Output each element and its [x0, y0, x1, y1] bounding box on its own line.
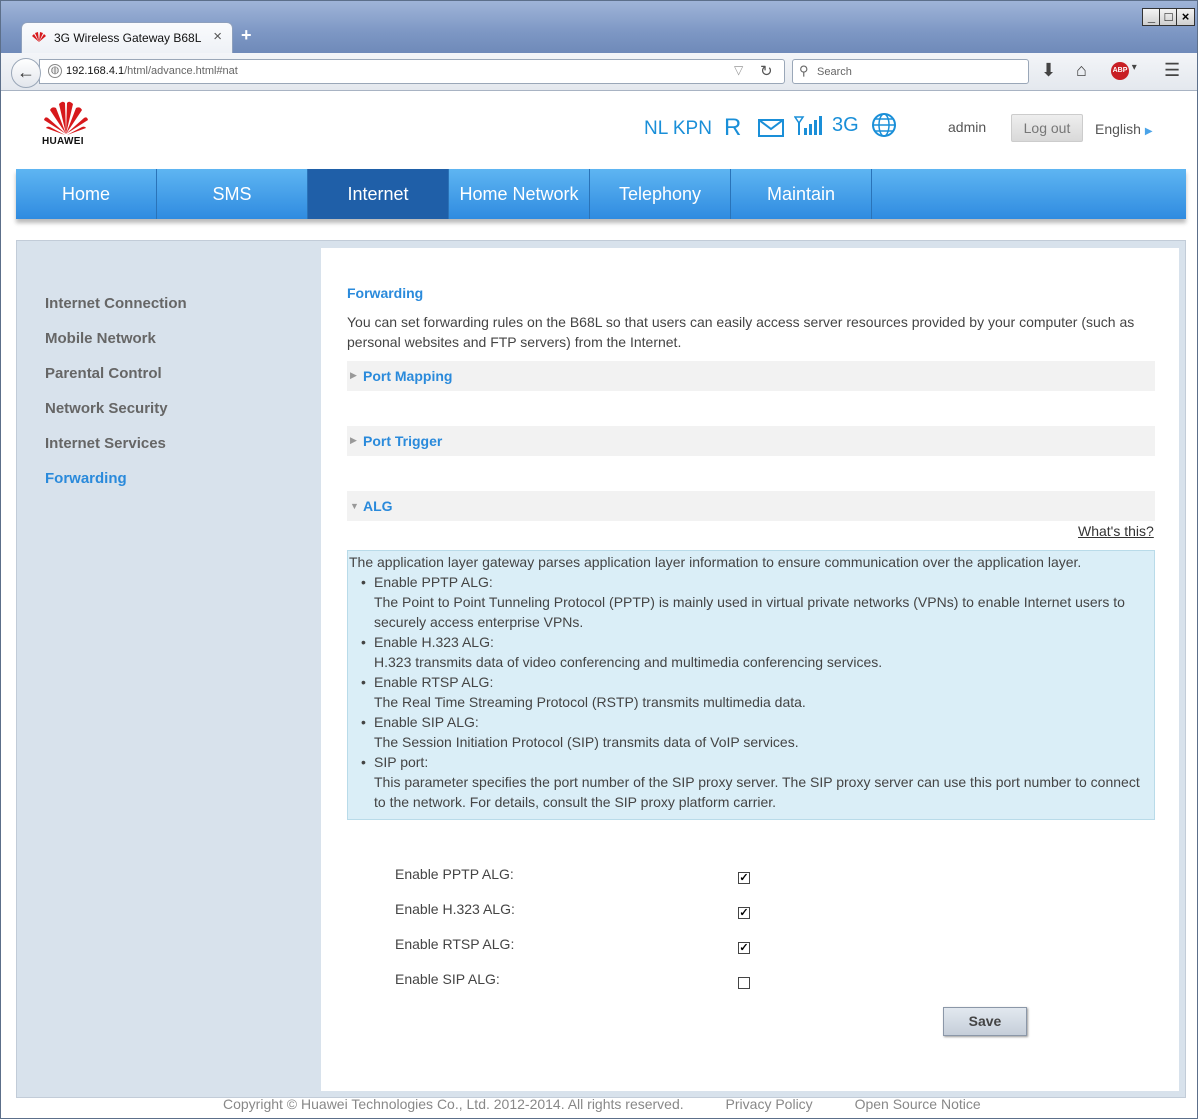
sidebar-item-internet-connection[interactable]: Internet Connection [45, 295, 187, 312]
list-item: • Enable SIP ALG: The Session Initiation P… [361, 712, 1154, 752]
menu-sms[interactable]: SMS [157, 169, 308, 219]
menu-internet[interactable]: Internet [308, 169, 449, 219]
globe-icon: ◍ [48, 64, 62, 78]
help-item-title: Enable PPTP ALG: [374, 574, 493, 590]
close-window-button[interactable]: × [1176, 8, 1195, 26]
network-type: 3G [832, 114, 859, 136]
rtsp-alg-label: Enable RTSP ALG: [395, 936, 515, 952]
language-label: English [1095, 121, 1141, 137]
sidebar-item-mobile-network[interactable]: Mobile Network [45, 330, 156, 347]
h323-alg-label: Enable H.323 ALG: [395, 901, 515, 917]
section-label: ALG [363, 498, 393, 514]
reload-icon[interactable]: ↻ [760, 62, 773, 80]
page-title: Forwarding [347, 285, 424, 301]
help-item-text: H.323 transmits data of video conferenci… [374, 654, 883, 670]
chevron-down-icon: ▼ [350, 501, 359, 511]
list-item: • Enable PPTP ALG: The Point to Point Tunn… [361, 572, 1154, 632]
search-placeholder: Search [817, 66, 852, 78]
search-icon: ⚲ [799, 63, 809, 78]
list-item: • SIP port: This parameter specifies the p… [361, 752, 1154, 812]
main-panel: Forwarding You can set forwarding rules … [321, 248, 1179, 1091]
internet-globe-icon [872, 113, 896, 137]
menu-telephony[interactable]: Telephony [590, 169, 731, 219]
alg-help-box: The application layer gateway parses app… [347, 550, 1155, 820]
section-label: Port Mapping [363, 368, 453, 384]
privacy-policy-link[interactable]: Privacy Policy [726, 1096, 813, 1112]
copyright-text: Copyright © Huawei Technologies Co., Ltd… [223, 1096, 684, 1112]
roaming-indicator: R [724, 114, 742, 141]
new-tab-button[interactable]: + [241, 25, 252, 46]
language-selector[interactable]: English ▶ [1095, 121, 1153, 137]
help-item-text: The Session Initiation Protocol (SIP) tr… [374, 734, 799, 750]
search-box[interactable]: ⚲ Search [792, 59, 1029, 84]
sidebar-item-network-security[interactable]: Network Security [45, 400, 168, 417]
menu-icon[interactable]: ☰ [1164, 60, 1180, 81]
help-item-title: Enable RTSP ALG: [374, 674, 494, 690]
adblock-icon[interactable]: ABP ▾ [1111, 62, 1137, 83]
sidebar-item-internet-services[interactable]: Internet Services [45, 435, 166, 452]
menu-home-network[interactable]: Home Network [449, 169, 590, 219]
help-item-text: The Point to Point Tunneling Protocol (P… [374, 594, 1125, 630]
menu-home[interactable]: Home [16, 169, 157, 219]
router-page: HUAWEI NL KPN R 3G admin Log out English… [2, 92, 1197, 1118]
title-bar: 3G Wireless Gateway B68L × + _ □ × [1, 1, 1197, 53]
chevron-right-icon: ▶ [350, 435, 357, 445]
page-description: You can set forwarding rules on the B68L… [347, 314, 1135, 350]
history-dropdown-icon[interactable]: ▽ [734, 63, 743, 77]
brand-text: HUAWEI [42, 136, 84, 147]
logout-button[interactable]: Log out [1011, 114, 1083, 142]
chevron-right-icon: ▶ [350, 370, 357, 380]
browser-tab[interactable]: 3G Wireless Gateway B68L × [21, 22, 233, 53]
open-source-notice-link[interactable]: Open Source Notice [855, 1096, 981, 1112]
tab-close-icon[interactable]: × [213, 28, 222, 45]
help-item-title: Enable H.323 ALG: [374, 634, 494, 650]
help-item-text: The Real Time Streaming Protocol (RSTP) … [374, 694, 806, 710]
alg-help-intro: The application layer gateway parses app… [349, 554, 1082, 570]
list-item: • Enable H.323 ALG: H.323 transmits data o… [361, 632, 1154, 672]
help-item-title: Enable SIP ALG: [374, 714, 479, 730]
help-item-title: SIP port: [374, 754, 429, 770]
tab-title: 3G Wireless Gateway B68L [54, 31, 202, 45]
pptp-alg-checkbox[interactable]: ✓ [738, 872, 750, 884]
sidebar: Internet Connection Mobile Network Paren… [17, 241, 320, 1097]
user-name: admin [948, 119, 987, 135]
main-menu: Home SMS Internet Home Network Telephony… [16, 169, 1186, 219]
download-icon[interactable]: ⬇ [1041, 60, 1056, 81]
sip-alg-label: Enable SIP ALG: [395, 971, 500, 987]
section-label: Port Trigger [363, 433, 443, 449]
list-item: • Enable RTSP ALG: The Real Time Streaming… [361, 672, 1154, 712]
operator-name: NL KPN [644, 118, 712, 139]
chevron-right-icon: ▶ [1144, 126, 1153, 137]
browser-window: 3G Wireless Gateway B68L × + _ □ × ◍ 192… [0, 0, 1198, 1119]
mail-icon [758, 119, 784, 137]
save-button[interactable]: Save [943, 1007, 1027, 1036]
home-icon[interactable]: ⌂ [1076, 60, 1087, 81]
section-port-mapping[interactable]: ▶ Port Mapping [347, 361, 1155, 391]
address-bar[interactable]: ◍ 192.168.4.1/html/advance.html#nat ▽ ↻ [39, 59, 785, 84]
navigation-toolbar: ◍ 192.168.4.1/html/advance.html#nat ▽ ↻ … [1, 53, 1197, 91]
rtsp-alg-checkbox[interactable]: ✓ [738, 942, 750, 954]
huawei-flower-icon [44, 101, 88, 135]
alg-help-list: • Enable PPTP ALG: The Point to Point Tunn… [361, 572, 1154, 812]
url-text: 192.168.4.1/html/advance.html#nat [66, 65, 238, 77]
back-button[interactable]: ← [11, 58, 41, 88]
huawei-logo: HUAWEI [42, 100, 90, 150]
help-item-text: This parameter specifies the port number… [374, 774, 1140, 810]
section-port-trigger[interactable]: ▶ Port Trigger [347, 426, 1155, 456]
pptp-alg-label: Enable PPTP ALG: [395, 866, 514, 882]
whats-this-link[interactable]: What's this? [1078, 523, 1154, 539]
menu-maintain[interactable]: Maintain [731, 169, 872, 219]
h323-alg-checkbox[interactable]: ✓ [738, 907, 750, 919]
section-alg[interactable]: ▼ ALG [347, 491, 1155, 521]
huawei-favicon-icon [32, 32, 46, 42]
sidebar-item-parental-control[interactable]: Parental Control [45, 365, 162, 382]
footer: Copyright © Huawei Technologies Co., Ltd… [223, 1096, 1019, 1112]
signal-icon [794, 116, 822, 135]
sidebar-item-forwarding[interactable]: Forwarding [45, 470, 127, 487]
sip-alg-checkbox[interactable] [738, 977, 750, 989]
content-area: Internet Connection Mobile Network Paren… [16, 240, 1186, 1098]
